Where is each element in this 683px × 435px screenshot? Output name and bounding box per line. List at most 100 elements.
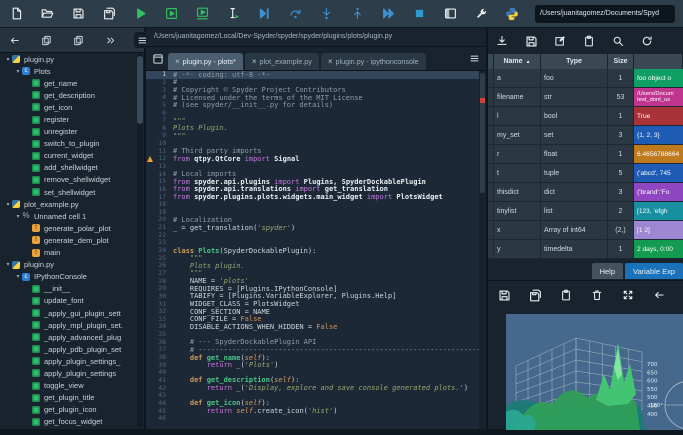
debug-icon[interactable] <box>256 6 272 22</box>
editor-scrollbar[interactable] <box>479 71 486 429</box>
editor-tab[interactable]: ×plot_example.py <box>245 53 319 70</box>
code-line[interactable]: 12from qtpy.QtCore import Signal <box>146 155 486 163</box>
outline-item[interactable]: ▾plugin.py <box>0 53 136 65</box>
run-cell-icon[interactable] <box>163 6 179 22</box>
run-cell-advance-icon[interactable] <box>194 6 210 22</box>
outline-item[interactable]: ▾cPlots <box>0 65 136 77</box>
outline-item[interactable]: _apply_pdb_plugin_set <box>0 343 136 355</box>
cell-value[interactable]: /Users/Documtest_dont_us <box>634 88 683 106</box>
python-logo-icon[interactable] <box>504 6 520 22</box>
step-over-icon[interactable] <box>287 6 303 22</box>
column-header-name[interactable]: Name▲ <box>494 54 541 69</box>
outline-scrollbar-thumb[interactable] <box>137 56 143 124</box>
save-icon[interactable] <box>496 287 512 303</box>
chevron-down-icon[interactable]: ▾ <box>14 273 22 280</box>
save-icon[interactable] <box>523 33 539 49</box>
copy-icon[interactable] <box>70 32 86 48</box>
pane-tab-help[interactable]: Help <box>592 263 623 279</box>
variable-row[interactable]: xArray of int64(2,)[1 2] <box>488 221 683 240</box>
open-folder-icon[interactable] <box>39 6 55 22</box>
variable-row[interactable]: lbool1True <box>488 107 683 126</box>
chevron-down-icon[interactable]: ▾ <box>14 213 22 220</box>
outline-item[interactable]: ▾plugin.py <box>0 259 136 271</box>
new-file-icon[interactable] <box>8 6 24 22</box>
cell-value[interactable]: 2 days, 0:00 <box>634 240 683 258</box>
variable-row[interactable]: rfloat16.4656788664 <box>488 145 683 164</box>
browse-tabs-button[interactable] <box>150 51 166 67</box>
cell-value[interactable]: 6.4656788664 <box>634 145 683 163</box>
maximize-pane-icon[interactable] <box>442 6 458 22</box>
code-line[interactable]: 18 <box>146 201 486 209</box>
step-return-icon[interactable] <box>349 6 365 22</box>
outline-item[interactable]: fgenerate_dem_plot <box>0 234 136 246</box>
chevrons-right-icon[interactable] <box>102 32 118 48</box>
code-line[interactable]: 9""" <box>146 132 486 140</box>
cell-value[interactable]: [123, 'efgh <box>634 202 683 220</box>
chevron-down-icon[interactable]: ▾ <box>4 261 12 268</box>
code-line[interactable]: 6 <box>146 109 486 117</box>
continue-icon[interactable] <box>380 6 396 22</box>
outline-item[interactable]: remove_shellwidget <box>0 174 136 186</box>
variable-table-header[interactable]: Name▲TypeSize <box>488 54 683 69</box>
outline-item[interactable]: update_font <box>0 295 136 307</box>
code-line[interactable]: 1# -*- coding: utf-8 -*- <box>146 71 486 79</box>
outline-item[interactable]: ▾plot_example.py <box>0 198 136 210</box>
outline-item[interactable]: ▾%Unnamed cell 1 <box>0 210 136 222</box>
close-icon[interactable]: × <box>252 57 257 66</box>
variable-row[interactable]: thisdictdict3{'brand':'Fo <box>488 183 683 202</box>
code-line[interactable]: 8Plots Plugin. <box>146 124 486 132</box>
run-selection-icon[interactable] <box>225 6 241 22</box>
variable-row[interactable]: ttuple5('abcd', 745 <box>488 164 683 183</box>
chevron-down-icon[interactable]: ▾ <box>4 56 12 63</box>
editor-scrollbar-thumb[interactable] <box>480 73 485 193</box>
close-icon[interactable]: × <box>328 57 333 66</box>
outline-item[interactable]: _apply_advanced_plug <box>0 331 136 343</box>
back-icon[interactable] <box>6 32 22 48</box>
outline-item[interactable]: fgenerate_polar_plot <box>0 222 136 234</box>
outline-item[interactable]: add_shellwidget <box>0 162 136 174</box>
outline-item[interactable]: _apply_gui_plugin_sett <box>0 307 136 319</box>
chevron-down-icon[interactable]: ▾ <box>14 68 22 75</box>
copy-icon[interactable] <box>38 32 54 48</box>
editor-tab[interactable]: ×plugin.py - ipythonconsole <box>321 53 426 70</box>
column-header-size[interactable]: Size <box>608 54 634 69</box>
code-line[interactable]: 34 DISABLE_ACTIONS_WHEN_HIDDEN = False <box>146 323 486 331</box>
close-icon[interactable]: × <box>175 57 180 66</box>
code-line[interactable]: 17from spyder.plugins.plots.widgets.main… <box>146 193 486 201</box>
preferences-wrench-icon[interactable] <box>473 6 489 22</box>
outline-item[interactable]: get_focus_widget <box>0 416 136 428</box>
code-line[interactable]: 42 return _('Display, explore and save c… <box>146 384 486 392</box>
code-line[interactable]: 46 <box>146 415 486 423</box>
refresh-icon[interactable] <box>639 33 655 49</box>
run-icon[interactable] <box>132 6 148 22</box>
variable-row[interactable]: afoo1foo object o <box>488 69 683 88</box>
outline-item[interactable]: get_description <box>0 89 136 101</box>
tab-options-menu-button[interactable] <box>466 51 482 67</box>
cell-value[interactable]: ('abcd', 745 <box>634 164 683 182</box>
cell-value[interactable]: {1, 2, 3} <box>634 126 683 144</box>
code-line[interactable]: 22 <box>146 231 486 239</box>
fit-plot-icon[interactable] <box>620 287 636 303</box>
code-line[interactable]: 45 return self.create_icon('hist') <box>146 407 486 415</box>
column-header-blank[interactable] <box>634 54 683 69</box>
working-directory-path[interactable]: /Users/juanitagomez/Documents/Spyd <box>535 5 675 23</box>
outline-item[interactable]: ▾cIPythonConsole <box>0 271 136 283</box>
editor-tab[interactable]: ×plugin.py - plots* <box>168 53 243 70</box>
previous-plot-icon[interactable] <box>651 287 667 303</box>
save-as-icon[interactable] <box>552 33 568 49</box>
outline-item[interactable]: get_icon <box>0 101 136 113</box>
cell-value[interactable]: [1 2] <box>634 221 683 239</box>
outline-item[interactable]: get_plugin_title <box>0 392 136 404</box>
code-editor[interactable]: 1# -*- coding: utf-8 -*-2#3# Copyright ©… <box>146 71 486 429</box>
outline-item[interactable]: fmain <box>0 247 136 259</box>
outline-item[interactable]: __init__ <box>0 283 136 295</box>
variable-row[interactable]: ytimedelta12 days, 0:00 <box>488 240 683 259</box>
save-icon[interactable] <box>70 6 86 22</box>
variable-row[interactable]: tinylistlist2[123, 'efgh <box>488 202 683 221</box>
variable-row[interactable]: filenamestr53/Users/Documtest_dont_us <box>488 88 683 107</box>
save-all-icon[interactable] <box>527 287 543 303</box>
column-header-type[interactable]: Type <box>541 54 608 69</box>
chevron-down-icon[interactable]: ▾ <box>4 201 12 208</box>
pane-tab-variable-exp[interactable]: Variable Exp <box>625 263 683 279</box>
cell-value[interactable]: True <box>634 107 683 125</box>
